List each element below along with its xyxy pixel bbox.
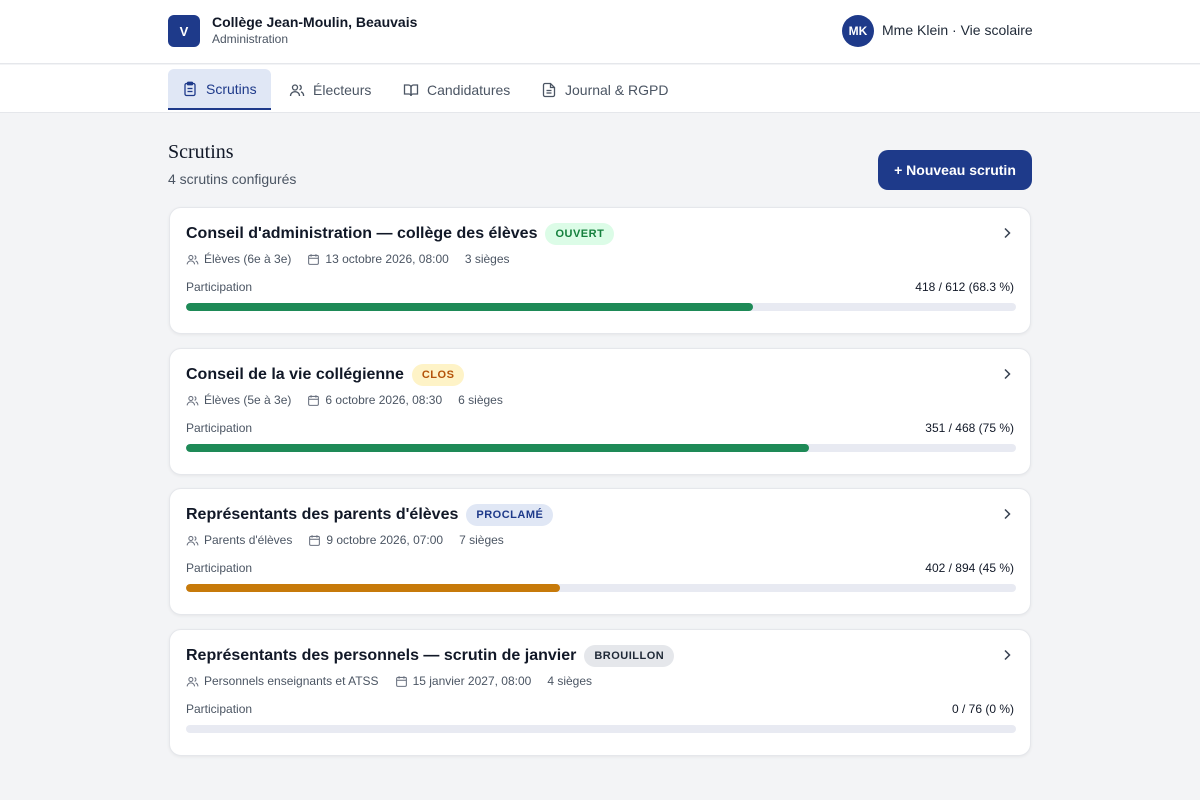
seats-count: 7 sièges	[459, 533, 504, 547]
election-card[interactable]: Conseil d'administration — collège des é…	[169, 207, 1031, 334]
participation-bar-fill	[186, 303, 753, 311]
status-badge: PROCLAMÉ	[466, 504, 554, 526]
calendar-icon	[395, 675, 407, 687]
participation-bar	[186, 444, 1016, 452]
tab-label: Scrutins	[206, 80, 257, 97]
users-icon	[186, 395, 199, 405]
calendar-icon	[309, 534, 321, 546]
top-bar: V Collège Jean-Moulin, Beauvais Administ…	[0, 0, 1200, 64]
participation-bar	[186, 303, 1016, 311]
book-open-icon	[403, 83, 419, 96]
election-card[interactable]: Conseil de la vie collégienne CLOS Élève…	[169, 348, 1031, 475]
seats-count: 3 sièges	[464, 252, 510, 266]
chevron-right-icon[interactable]	[1000, 367, 1014, 381]
election-date: 15 janvier 2027, 08:00	[412, 674, 532, 688]
participation-bar-fill	[186, 584, 560, 592]
election-title: Représentants des parents d'élèves	[186, 506, 459, 523]
org-name: Collège Jean-Moulin, Beauvais	[212, 14, 418, 30]
participation-label: Participation	[186, 702, 253, 716]
chevron-right-icon[interactable]	[1000, 648, 1014, 662]
page-title: Scrutins	[168, 141, 234, 163]
clipboard-icon	[184, 81, 196, 96]
electorate: Élèves (6e à 3e)	[204, 252, 292, 266]
election-card[interactable]: Représentants des parents d'élèves PROCL…	[169, 488, 1031, 615]
participation-value: 402 / 894 (45 %)	[925, 561, 1014, 575]
seats-count: 6 sièges	[458, 393, 503, 407]
user-avatar[interactable]: MK	[842, 15, 874, 47]
election-date: 13 octobre 2026, 08:00	[325, 252, 449, 266]
tab-label: Électeurs	[313, 81, 372, 98]
chevron-right-icon[interactable]	[1000, 507, 1014, 521]
user-name[interactable]: Mme Klein · Vie scolaire	[882, 22, 1033, 38]
election-title: Représentants des personnels — scrutin d…	[186, 647, 577, 664]
calendar-icon	[308, 394, 320, 406]
users-icon	[289, 83, 305, 96]
tab-candidatures[interactable]: Candidatures	[389, 69, 524, 110]
users-icon	[186, 676, 199, 686]
participation-bar-fill	[186, 444, 809, 452]
electorate: Élèves (5e à 3e)	[204, 393, 292, 407]
status-badge: OUVERT	[545, 223, 615, 245]
tab-label: Candidatures	[427, 81, 511, 98]
tab-journal-rgpd[interactable]: Journal & RGPD	[527, 69, 682, 110]
school-logo[interactable]: V	[168, 15, 200, 47]
status-badge: BROUILLON	[584, 645, 675, 667]
participation-value: 418 / 612 (68.3 %)	[915, 280, 1014, 294]
status-badge: CLOS	[411, 364, 465, 386]
file-text-icon	[542, 82, 556, 97]
new-election-button[interactable]: + Nouveau scrutin	[878, 150, 1032, 190]
electorate: Parents d'élèves	[204, 533, 293, 547]
electorate: Personnels enseignants et ATSS	[204, 674, 379, 688]
election-title: Conseil de la vie collégienne	[186, 366, 404, 383]
org-role: Administration	[212, 32, 289, 46]
participation-bar	[186, 725, 1016, 733]
election-date: 9 octobre 2026, 07:00	[326, 533, 444, 547]
participation-label: Participation	[186, 421, 253, 435]
participation-label: Participation	[186, 561, 253, 575]
tab-electeurs[interactable]: Électeurs	[275, 69, 385, 110]
users-icon	[186, 254, 199, 264]
election-card[interactable]: Représentants des personnels — scrutin d…	[169, 629, 1031, 756]
tab-bar: Scrutins Électeurs Candidatures Journal …	[0, 65, 1200, 113]
page-subtitle: 4 scrutins configurés	[168, 171, 297, 187]
participation-value: 0 / 76 (0 %)	[951, 702, 1014, 716]
participation-value: 351 / 468 (75 %)	[925, 421, 1014, 435]
election-title: Conseil d'administration — collège des é…	[186, 225, 538, 242]
calendar-icon	[308, 253, 320, 265]
users-icon	[186, 535, 199, 545]
participation-bar	[186, 584, 1016, 592]
election-date: 6 octobre 2026, 08:30	[325, 393, 443, 407]
participation-label: Participation	[186, 280, 253, 294]
tab-label: Journal & RGPD	[565, 81, 669, 98]
tab-scrutins[interactable]: Scrutins	[168, 69, 271, 110]
seats-count: 4 sièges	[547, 674, 593, 688]
chevron-right-icon[interactable]	[1000, 226, 1014, 240]
